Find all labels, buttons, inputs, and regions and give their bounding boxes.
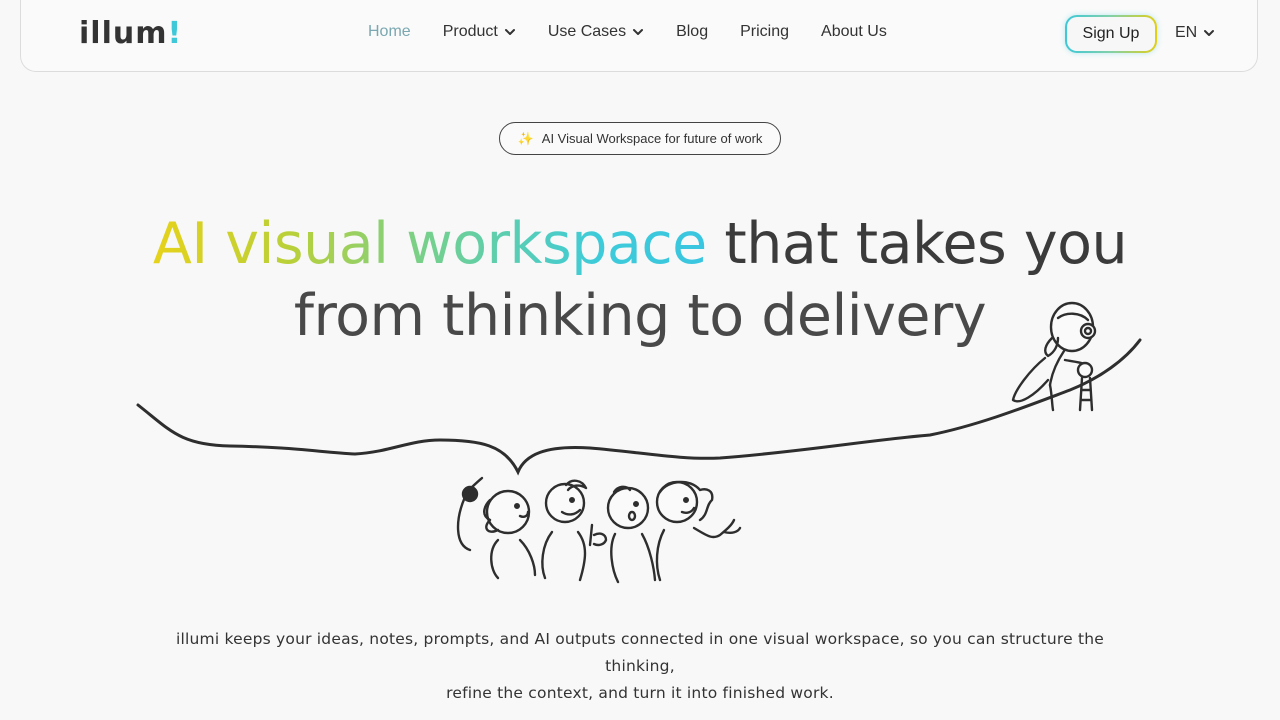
- speech-line: [136, 338, 1142, 476]
- hero-description: illumi keeps your ideas, notes, prompts,…: [140, 626, 1140, 707]
- hero-illustration: [136, 301, 1142, 584]
- people-group: [456, 476, 742, 584]
- description-line1: illumi keeps your ideas, notes, prompts,…: [176, 630, 1104, 675]
- robot-figure: [1011, 301, 1097, 412]
- description-line2: refine the context, and turn it into fin…: [446, 684, 834, 702]
